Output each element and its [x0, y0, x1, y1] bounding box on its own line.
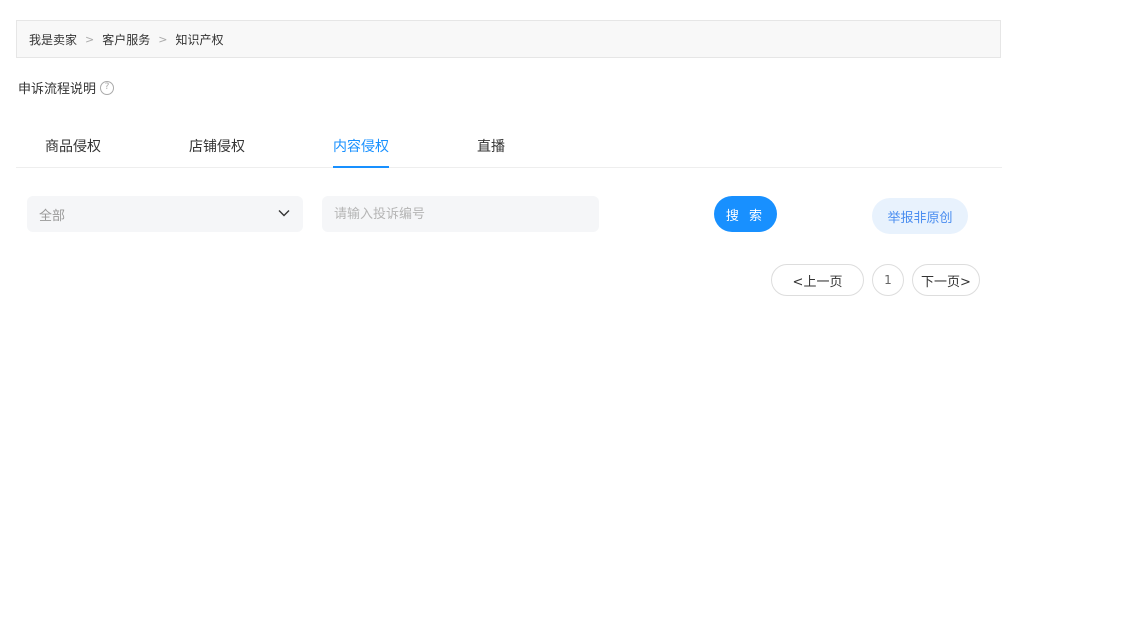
- tab-live-stream[interactable]: 直播: [477, 136, 505, 166]
- page: 我是卖家 > 客户服务 > 知识产权 申诉流程说明 ? 商品侵权 店铺侵权 内容…: [0, 0, 1128, 626]
- status-select-value: 全部: [39, 208, 66, 224]
- breadcrumb-item-customer-service[interactable]: 客户服务: [102, 31, 150, 48]
- status-select[interactable]: 全部: [27, 196, 303, 232]
- chevron-down-icon: [278, 210, 290, 217]
- tab-bar: 商品侵权 店铺侵权 内容侵权 直播: [16, 124, 1002, 168]
- breadcrumb-item-seller[interactable]: 我是卖家: [29, 31, 77, 48]
- prev-page-button[interactable]: <上一页: [771, 264, 864, 296]
- tab-content-infringement[interactable]: 内容侵权: [333, 136, 389, 168]
- tab-product-infringement[interactable]: 商品侵权: [45, 136, 101, 166]
- appeal-process-label: 申诉流程说明: [18, 82, 97, 97]
- breadcrumb-separator: >: [85, 32, 95, 46]
- breadcrumb: 我是卖家 > 客户服务 > 知识产权: [16, 20, 1001, 58]
- next-page-button[interactable]: 下一页>: [912, 264, 980, 296]
- complaint-number-input[interactable]: [322, 196, 599, 232]
- question-circle-icon[interactable]: ?: [100, 80, 115, 95]
- breadcrumb-item-ip: 知识产权: [175, 32, 224, 47]
- search-button[interactable]: 搜 索: [714, 196, 777, 232]
- page-number-button[interactable]: 1: [872, 264, 904, 296]
- report-non-original-button[interactable]: 举报非原创: [872, 198, 968, 234]
- tab-store-infringement[interactable]: 店铺侵权: [189, 136, 245, 166]
- breadcrumb-separator: >: [158, 32, 168, 46]
- appeal-process-help[interactable]: 申诉流程说明 ?: [18, 78, 115, 97]
